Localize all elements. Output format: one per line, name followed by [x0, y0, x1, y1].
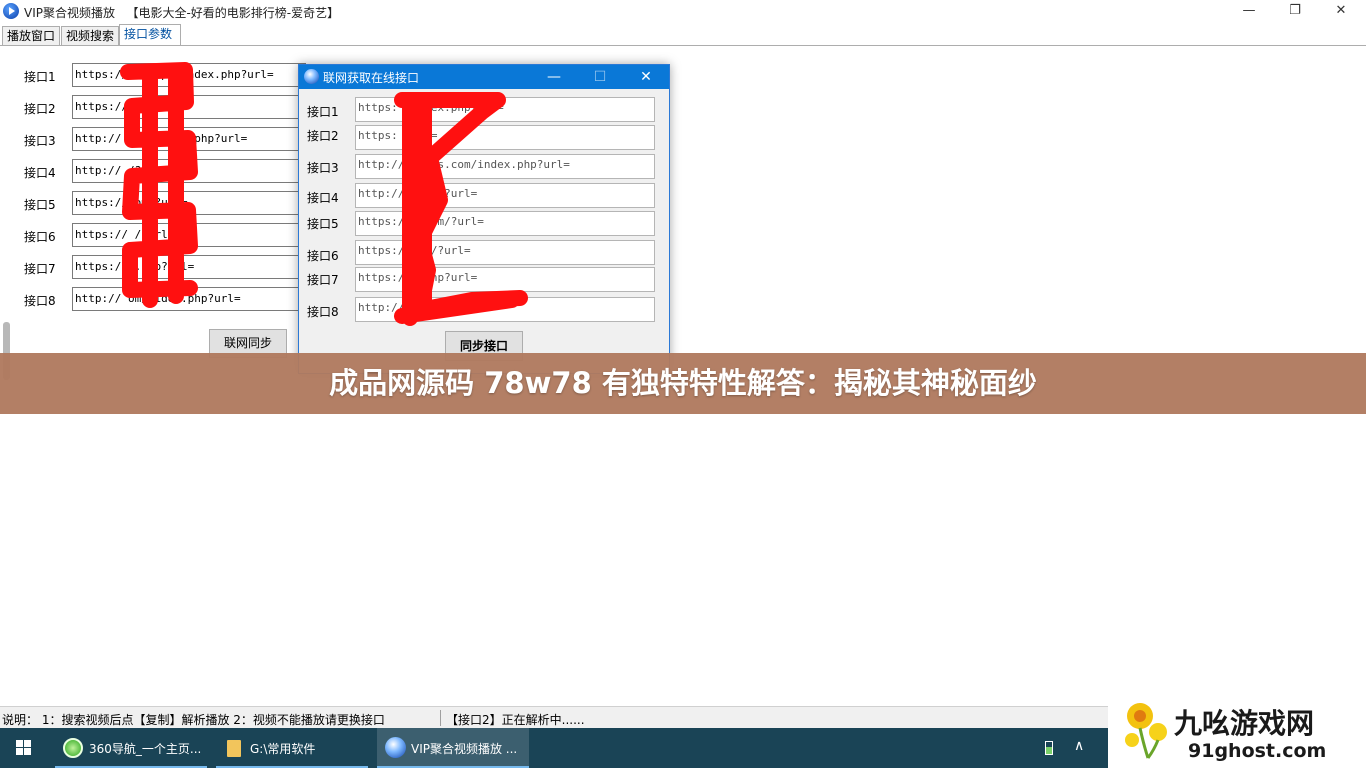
taskbar-item-label: G:\常用软件	[250, 742, 316, 756]
status-separator	[440, 710, 441, 726]
browser-360-icon	[63, 738, 83, 758]
taskbar-item-label: VIP聚合视频播放 ...	[411, 742, 518, 756]
restore-icon[interactable]: ❐	[1272, 0, 1318, 22]
taskbar-item-vip-player[interactable]: VIP聚合视频播放 ...	[377, 728, 529, 768]
dialog-label-4: 接口4	[307, 191, 339, 205]
tab-player-window[interactable]: 播放窗口	[2, 26, 60, 46]
vip-player-icon	[385, 737, 406, 758]
status-help-text: 说明： 1：搜索视频后点【复制】解析播放 2：视频不能播放请更换接口	[2, 713, 385, 727]
close-icon[interactable]: ✕	[1318, 0, 1364, 22]
start-button[interactable]	[0, 728, 48, 768]
dialog-input-6[interactable]: https:// om/?url=	[355, 240, 655, 265]
app-icon	[3, 3, 19, 19]
dialog-title: 联网获取在线接口	[323, 71, 420, 85]
window-subtitle-text: 【电影大全-好看的电影排行榜-爱奇艺】	[126, 6, 340, 20]
interface-label-2: 接口2	[24, 102, 56, 116]
interface-label-3: 接口3	[24, 134, 56, 148]
dialog-input-8[interactable]: http:// .php?url=	[355, 297, 655, 322]
headline-banner: 成品网源码 78w78 有独特特性解答：揭秘其神秘面纱	[0, 353, 1366, 414]
folder-icon	[227, 740, 241, 757]
window-title: VIP聚合视频播放 【电影大全-好看的电影排行榜-爱奇艺】	[24, 4, 339, 21]
dialog-input-4[interactable]: http:// .com/?url=	[355, 183, 655, 208]
status-state-text: 【接口2】正在解析中......	[446, 713, 585, 727]
interface-input-7[interactable]: https:// .php?url=	[72, 255, 306, 279]
interface-input-3[interactable]: http:// com/index.php?url=	[72, 127, 306, 151]
watermark-title: 九吆游戏网	[1174, 707, 1315, 740]
dialog-input-7[interactable]: https:// .php?url=	[355, 267, 655, 292]
tab-video-search[interactable]: 视频搜索	[61, 26, 119, 46]
dialog-label-7: 接口7	[307, 273, 339, 287]
dialog-maximize-icon: ☐	[593, 69, 607, 85]
interface-label-8: 接口8	[24, 294, 56, 308]
interface-input-4[interactable]: http:// /?url=	[72, 159, 306, 183]
dialog-app-icon	[304, 69, 319, 84]
battery-icon[interactable]	[1045, 741, 1053, 755]
interface-label-1: 接口1	[24, 70, 56, 84]
watermark-logo: 九吆游戏网 91ghost.com	[1108, 692, 1366, 768]
window-titlebar: VIP聚合视频播放 【电影大全-好看的电影排行榜-爱奇艺】 — ❐ ✕	[0, 0, 1366, 22]
interface-label-7: 接口7	[24, 262, 56, 276]
taskbar-item-360-browser[interactable]: 360导航_一个主页...	[55, 728, 207, 768]
dialog-input-1[interactable]: https: /index.php?url=	[355, 97, 655, 122]
dialog-label-2: 接口2	[307, 129, 339, 143]
tab-interface-params[interactable]: 接口参数	[119, 24, 181, 46]
watermark-url: 91ghost.com	[1188, 740, 1327, 762]
interface-input-1[interactable]: https:// om/api/index.php?url=	[72, 63, 306, 87]
interface-label-6: 接口6	[24, 230, 56, 244]
interface-input-6[interactable]: https:// /?url=	[72, 223, 306, 247]
dialog-input-5[interactable]: https:// .com/?url=	[355, 211, 655, 236]
dialog-label-3: 接口3	[307, 161, 339, 175]
dialog-minimize-icon[interactable]: —	[531, 65, 577, 89]
dialog-label-6: 接口6	[307, 249, 339, 263]
dialog-input-2[interactable]: https: ?url=	[355, 125, 655, 150]
interface-label-4: 接口4	[24, 166, 56, 180]
dialog-input-3[interactable]: http:// ingys.com/index.php?url=	[355, 154, 655, 179]
dialog-close-icon[interactable]: ✕	[623, 65, 669, 89]
interface-input-2[interactable]: https:// rl=	[72, 95, 306, 119]
dialog-label-1: 接口1	[307, 105, 339, 119]
windows-icon	[16, 740, 32, 756]
tray-chevron-icon[interactable]: ∧	[1074, 738, 1084, 754]
online-interface-dialog: 联网获取在线接口 — ☐ ✕ 接口1 https: /index.php?url…	[298, 64, 670, 374]
dialog-label-5: 接口5	[307, 217, 339, 231]
dandelion-icon	[1125, 703, 1167, 759]
dialog-titlebar: 联网获取在线接口 — ☐ ✕	[299, 65, 669, 89]
dialog-label-8: 接口8	[307, 305, 339, 319]
minimize-icon[interactable]: —	[1226, 0, 1272, 22]
interface-input-8[interactable]: http:// om/video.php?url=	[72, 287, 306, 311]
taskbar-item-folder[interactable]: G:\常用软件	[216, 728, 368, 768]
window-title-text: VIP聚合视频播放	[24, 6, 115, 20]
taskbar-item-label: 360导航_一个主页...	[89, 742, 202, 756]
interface-label-5: 接口5	[24, 198, 56, 212]
interface-input-5[interactable]: https:// om/?url=	[72, 191, 306, 215]
